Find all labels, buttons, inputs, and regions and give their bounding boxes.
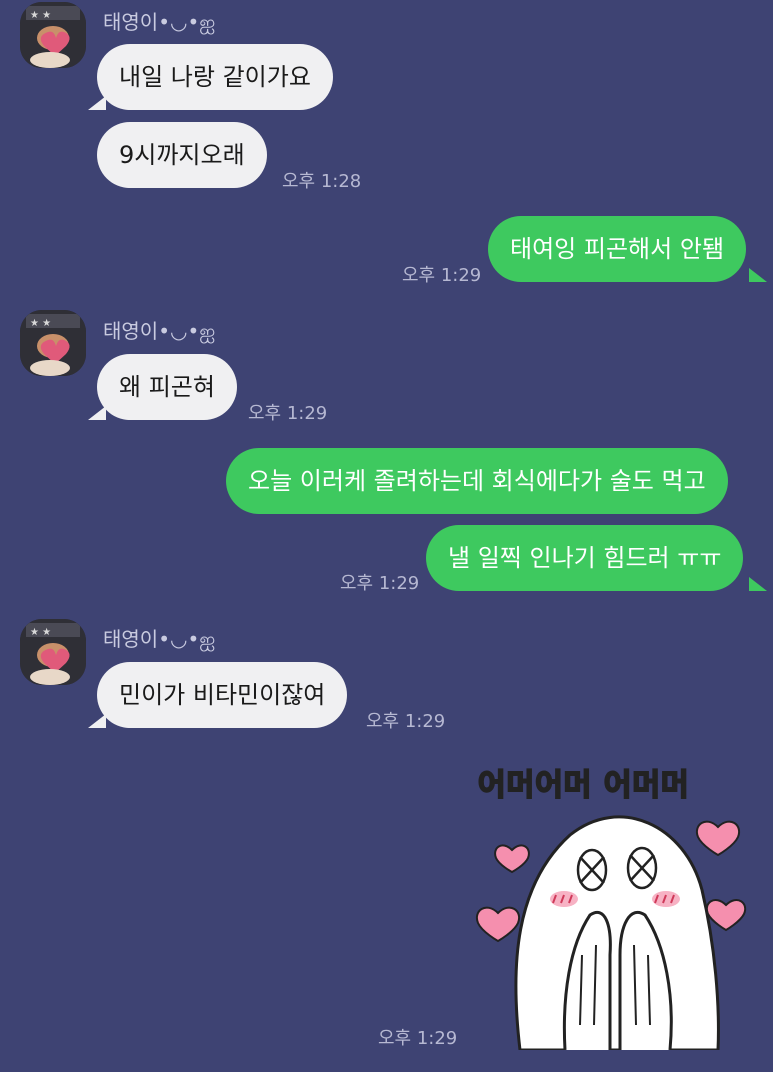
svg-text:★ ★: ★ ★ — [30, 318, 51, 329]
sticker[interactable] — [470, 795, 765, 1052]
message-timestamp: 오후 1:29 — [340, 573, 420, 594]
message-bubble-incoming[interactable]: 민이가 비타민이잖여 — [97, 662, 348, 728]
bubble-tail — [749, 577, 767, 591]
svg-text:★ ★: ★ ★ — [30, 627, 51, 638]
sender-avatar[interactable]: ★ ★ — [20, 619, 86, 685]
message-timestamp: 오후 1:29 — [366, 711, 446, 732]
bubble-tail — [88, 96, 106, 110]
sender-name: 태영이•◡•ஐ — [103, 627, 216, 651]
sender-name: 태영이•◡•ஐ — [103, 10, 216, 34]
avatar-photo-icon: ★ ★ — [20, 310, 86, 376]
message-timestamp: 오후 1:29 — [248, 403, 328, 424]
message-timestamp: 오후 1:29 — [378, 1028, 458, 1049]
message-bubble-incoming[interactable]: 9시까지오래 — [97, 122, 267, 188]
message-timestamp: 오후 1:28 — [282, 171, 362, 192]
sender-avatar[interactable]: ★ ★ — [20, 2, 86, 68]
message-timestamp: 오후 1:29 — [402, 265, 482, 286]
sender-name: 태영이•◡•ஐ — [103, 319, 216, 343]
svg-text:★ ★: ★ ★ — [30, 10, 51, 21]
avatar-photo-icon: ★ ★ — [20, 2, 86, 68]
message-bubble-outgoing[interactable]: 태여잉 피곤해서 안됌 — [488, 216, 746, 282]
message-bubble-incoming[interactable]: 내일 나랑 같이가요 — [97, 44, 333, 110]
message-bubble-outgoing[interactable]: 오늘 이러케 졸려하는데 회식에다가 술도 먹고 — [226, 448, 728, 514]
message-bubble-outgoing[interactable]: 낼 일찍 인나기 힘드러 ㅠㅠ — [426, 525, 744, 591]
sender-avatar[interactable]: ★ ★ — [20, 310, 86, 376]
bubble-tail — [88, 714, 106, 728]
blushing-ghost-sticker-icon — [475, 815, 747, 1052]
message-bubble-incoming[interactable]: 왜 피곤혀 — [97, 354, 237, 420]
bubble-tail — [749, 268, 767, 282]
avatar-photo-icon: ★ ★ — [20, 619, 86, 685]
bubble-tail — [88, 406, 106, 420]
